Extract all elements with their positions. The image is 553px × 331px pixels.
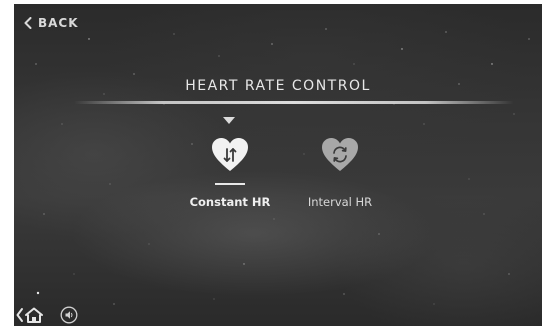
selected-underline <box>215 183 245 185</box>
sound-button[interactable] <box>60 306 78 326</box>
chevron-left-icon <box>24 17 32 29</box>
option-label-constant-hr: Constant HR <box>189 195 271 209</box>
back-label: BACK <box>38 16 79 30</box>
device-frame: BACK HEART RATE CONTROL Constant HR Inte… <box>0 0 553 331</box>
selected-indicator-arrow <box>223 117 235 124</box>
console-screen: BACK HEART RATE CONTROL Constant HR Inte… <box>14 4 542 326</box>
heart-arrows-icon <box>212 138 248 171</box>
back-button[interactable]: BACK <box>24 14 79 32</box>
option-interval-hr[interactable]: Interval HR <box>285 117 395 217</box>
option-constant-hr[interactable]: Constant HR <box>175 117 285 217</box>
home-button[interactable] <box>16 306 48 326</box>
page-title: HEART RATE CONTROL <box>185 78 371 94</box>
speaker-icon <box>60 306 78 324</box>
heart-cycle-icon <box>322 138 358 171</box>
home-icon <box>16 307 43 323</box>
title-divider <box>74 101 514 104</box>
option-label-interval-hr: Interval HR <box>307 195 373 209</box>
